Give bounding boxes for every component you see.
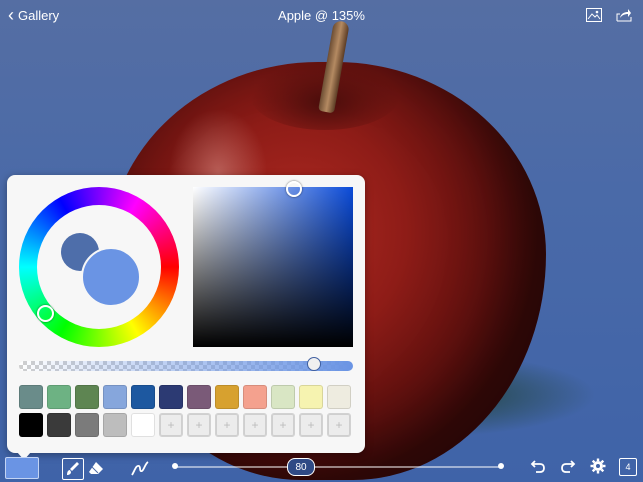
- layer-count: 4: [625, 462, 631, 472]
- palette-swatch[interactable]: [103, 413, 127, 437]
- palette-swatch[interactable]: [215, 385, 239, 409]
- layers-icon[interactable]: 4: [619, 458, 637, 476]
- chevron-left-icon: ‹: [8, 5, 14, 25]
- palette-swatch[interactable]: [131, 385, 155, 409]
- add-swatch-slot[interactable]: +: [159, 413, 183, 437]
- palette-swatch[interactable]: [159, 385, 183, 409]
- palette-swatch[interactable]: [299, 385, 323, 409]
- color-palette: + + + + + + +: [19, 385, 355, 437]
- palette-swatch[interactable]: [47, 413, 71, 437]
- palette-swatch[interactable]: [47, 385, 71, 409]
- palette-swatch[interactable]: [75, 385, 99, 409]
- image-icon[interactable]: [585, 7, 603, 23]
- palette-swatch[interactable]: [327, 385, 351, 409]
- redo-icon[interactable]: [559, 458, 577, 474]
- saturation-brightness-square[interactable]: [193, 181, 353, 347]
- add-swatch-slot[interactable]: +: [271, 413, 295, 437]
- brush-icon[interactable]: [62, 458, 84, 480]
- color-picker-popover: + + + + + + +: [7, 175, 365, 460]
- saturation-brightness-handle[interactable]: [286, 181, 302, 197]
- palette-swatch[interactable]: [19, 385, 43, 409]
- add-swatch-slot[interactable]: +: [299, 413, 323, 437]
- undo-icon[interactable]: [529, 458, 547, 474]
- palette-swatch[interactable]: [131, 413, 155, 437]
- share-icon[interactable]: [615, 7, 633, 23]
- add-swatch-slot[interactable]: +: [243, 413, 267, 437]
- gear-icon[interactable]: [589, 458, 607, 474]
- eraser-icon[interactable]: [86, 458, 106, 478]
- hue-wheel[interactable]: [19, 187, 179, 347]
- hue-handle[interactable]: [37, 305, 54, 322]
- palette-swatch[interactable]: [187, 385, 211, 409]
- gallery-back-button[interactable]: ‹ Gallery: [8, 6, 59, 24]
- smudge-icon[interactable]: [130, 458, 150, 478]
- palette-swatch[interactable]: [103, 385, 127, 409]
- top-toolbar: ‹ Gallery Apple @ 135%: [0, 0, 643, 30]
- add-swatch-slot[interactable]: +: [187, 413, 211, 437]
- brush-size-slider[interactable]: 80: [172, 458, 504, 476]
- brush-size-value[interactable]: 80: [287, 458, 315, 476]
- palette-swatch[interactable]: [19, 413, 43, 437]
- gallery-label: Gallery: [18, 7, 60, 23]
- size-max-dot: [498, 463, 504, 469]
- size-min-dot: [172, 463, 178, 469]
- palette-swatch[interactable]: [271, 385, 295, 409]
- add-swatch-slot[interactable]: +: [327, 413, 351, 437]
- document-title: Apple @ 135%: [278, 8, 365, 23]
- opacity-slider[interactable]: [19, 357, 353, 371]
- bottom-toolbar: 80 4: [0, 454, 643, 482]
- palette-swatch[interactable]: [75, 413, 99, 437]
- add-swatch-slot[interactable]: +: [215, 413, 239, 437]
- palette-swatch[interactable]: [243, 385, 267, 409]
- color-button[interactable]: [5, 457, 39, 479]
- opacity-slider-handle[interactable]: [306, 357, 321, 371]
- current-color-swatch: [81, 247, 141, 307]
